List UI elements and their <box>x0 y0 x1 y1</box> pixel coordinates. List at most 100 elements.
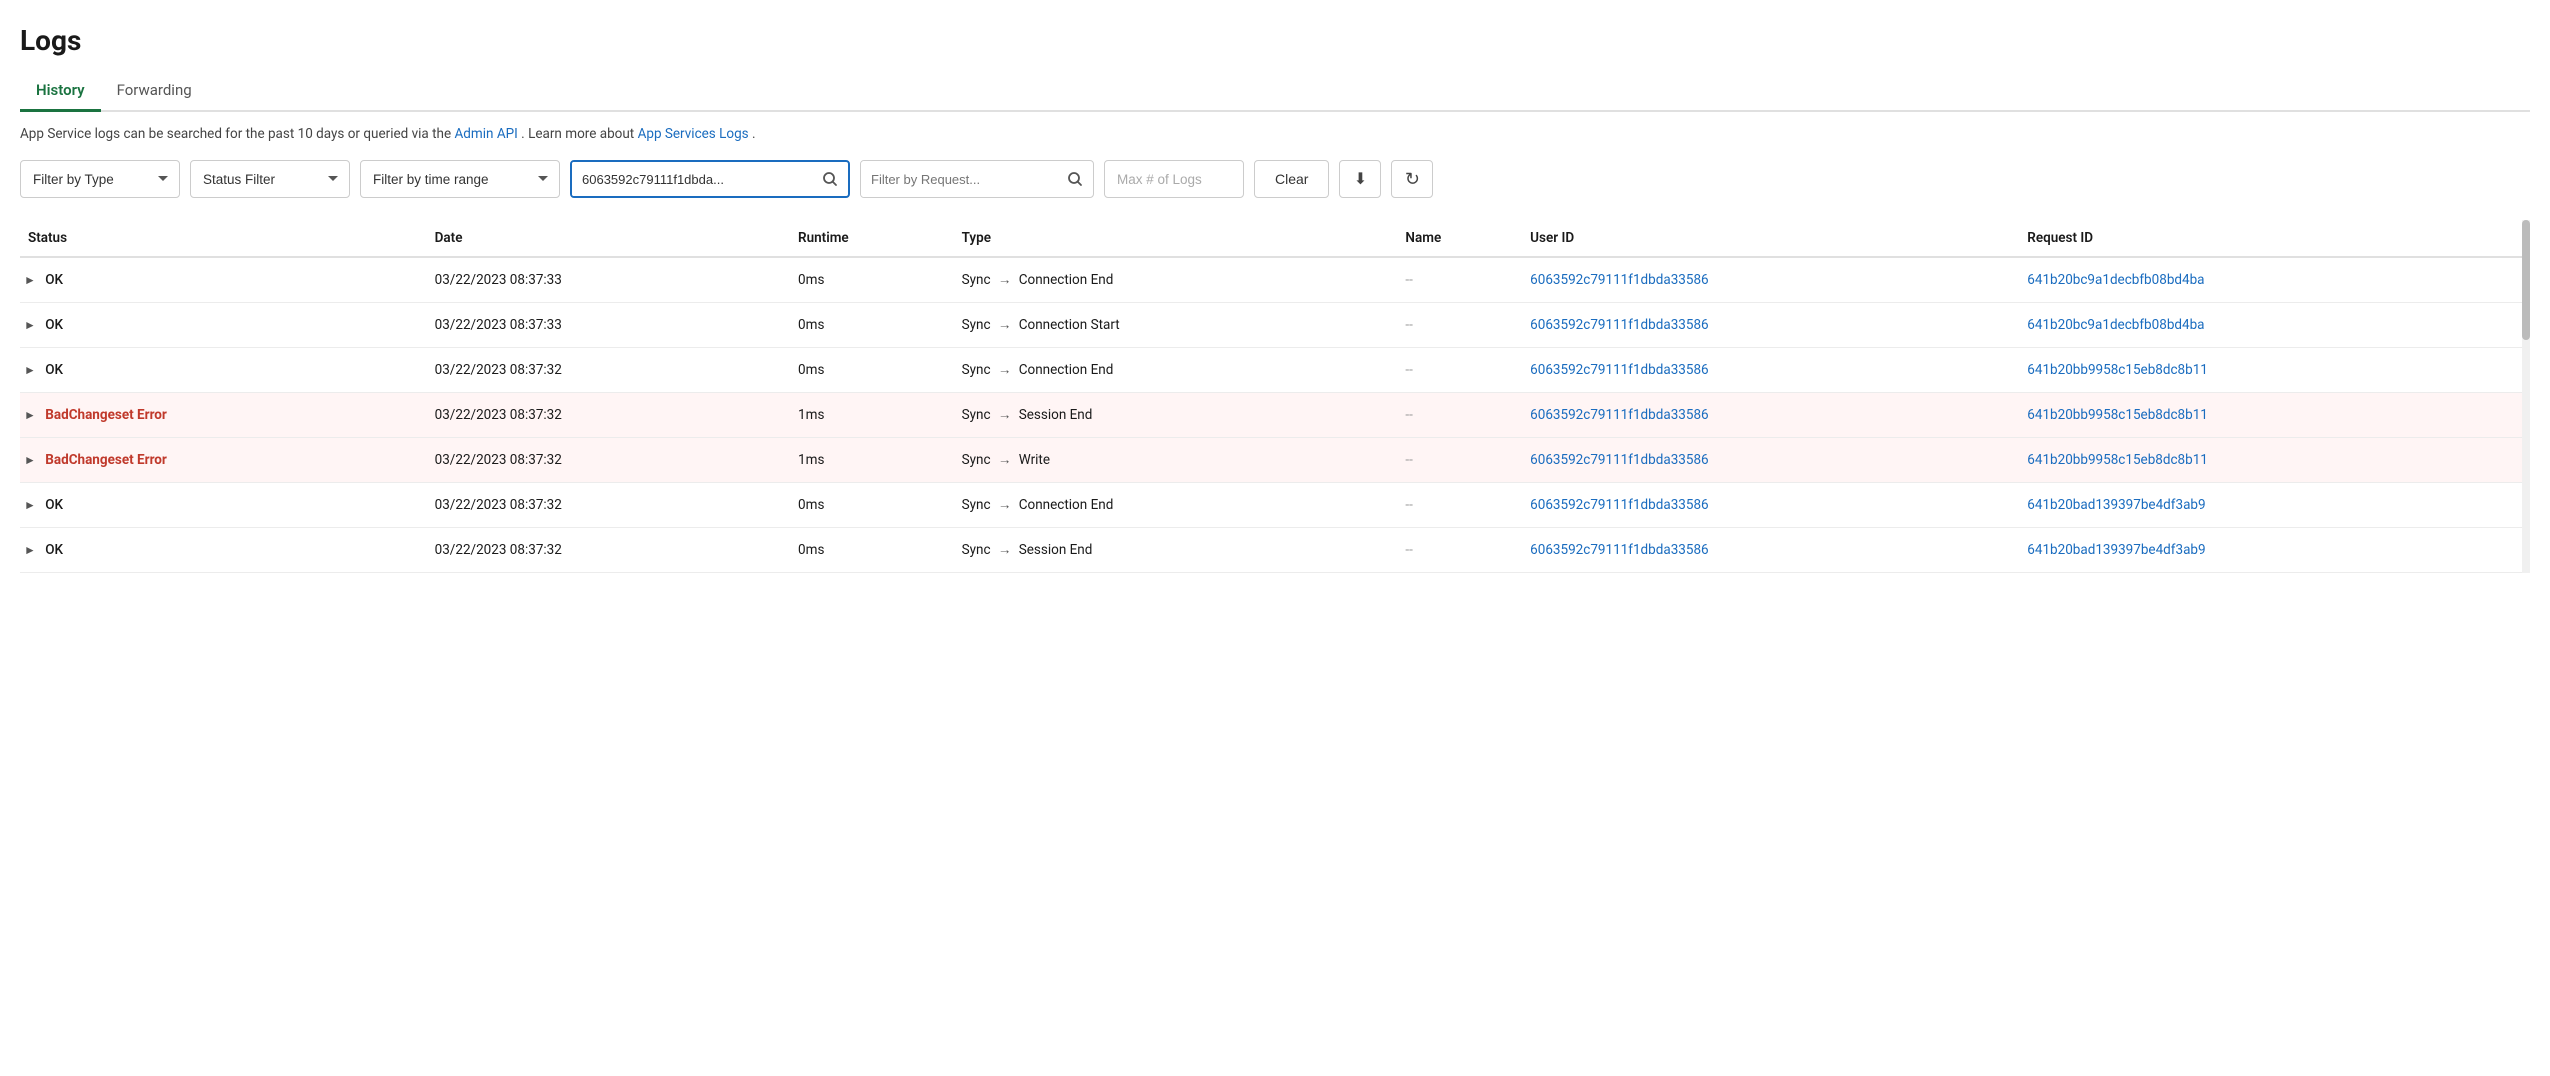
search-icon <box>1067 171 1083 187</box>
request-id-link[interactable]: 641b20bc9a1decbfb08bd4ba <box>2027 317 2204 333</box>
cell-type: Sync → Connection End <box>962 348 1406 393</box>
scrollbar-thumb[interactable] <box>2522 220 2530 340</box>
table-row[interactable]: ► OK 03/22/2023 08:37:32 0ms Sync → Conn… <box>20 348 2530 393</box>
user-id-link[interactable]: 6063592c79111f1dbda33586 <box>1530 452 1708 468</box>
clear-button[interactable]: Clear <box>1254 160 1329 198</box>
status-text: OK <box>45 542 63 558</box>
status-text: BadChangeset Error <box>45 452 167 468</box>
max-logs-input[interactable] <box>1104 160 1244 198</box>
cell-runtime: 0ms <box>798 348 962 393</box>
expand-chevron[interactable]: ► <box>24 453 36 467</box>
expand-chevron[interactable]: ► <box>24 273 36 287</box>
filter-type-select[interactable]: Filter by Type <box>20 160 180 198</box>
cell-status: ► BadChangeset Error <box>20 438 435 483</box>
info-bar: App Service logs can be searched for the… <box>20 126 2530 142</box>
table-row[interactable]: ► OK 03/22/2023 08:37:33 0ms Sync → Conn… <box>20 257 2530 303</box>
status-text: BadChangeset Error <box>45 407 167 423</box>
user-id-link[interactable]: 6063592c79111f1dbda33586 <box>1530 407 1708 423</box>
arrow-icon: → <box>998 497 1012 513</box>
app-services-link[interactable]: App Services Logs <box>638 126 749 142</box>
cell-request-id: 641b20bad139397be4df3ab9 <box>2027 528 2530 573</box>
cell-type: Sync → Write <box>962 438 1406 483</box>
user-id-link[interactable]: 6063592c79111f1dbda33586 <box>1530 542 1708 558</box>
user-id-search-input[interactable] <box>572 162 812 196</box>
request-search-button[interactable] <box>1057 161 1093 197</box>
arrow-icon: → <box>998 542 1012 558</box>
cell-name: -- <box>1405 303 1530 348</box>
table-body: ► OK 03/22/2023 08:37:33 0ms Sync → Conn… <box>20 257 2530 573</box>
table-row[interactable]: ► BadChangeset Error 03/22/2023 08:37:32… <box>20 438 2530 483</box>
user-id-link[interactable]: 6063592c79111f1dbda33586 <box>1530 272 1708 288</box>
status-text: OK <box>45 497 63 513</box>
col-runtime: Runtime <box>798 220 962 257</box>
expand-chevron[interactable]: ► <box>24 543 36 557</box>
cell-request-id: 641b20bc9a1decbfb08bd4ba <box>2027 303 2530 348</box>
cell-runtime: 0ms <box>798 483 962 528</box>
expand-chevron[interactable]: ► <box>24 318 36 332</box>
request-id-link[interactable]: 641b20bad139397be4df3ab9 <box>2027 542 2205 558</box>
request-id-link[interactable]: 641b20bb9958c15eb8dc8b11 <box>2027 407 2208 423</box>
arrow-icon: → <box>998 362 1012 378</box>
expand-chevron[interactable]: ► <box>24 363 36 377</box>
expand-chevron[interactable]: ► <box>24 498 36 512</box>
refresh-button[interactable]: ↻ <box>1391 160 1433 198</box>
col-type: Type <box>962 220 1406 257</box>
download-icon: ⬇ <box>1354 169 1367 189</box>
cell-date: 03/22/2023 08:37:32 <box>435 393 798 438</box>
cell-request-id: 641b20bb9958c15eb8dc8b11 <box>2027 438 2530 483</box>
refresh-icon: ↻ <box>1405 169 1420 190</box>
info-text-middle: . Learn more about <box>521 126 637 142</box>
cell-name: -- <box>1405 348 1530 393</box>
cell-runtime: 0ms <box>798 257 962 303</box>
table-row[interactable]: ► OK 03/22/2023 08:37:32 0ms Sync → Sess… <box>20 528 2530 573</box>
user-id-search-box <box>570 160 850 198</box>
cell-runtime: 0ms <box>798 303 962 348</box>
table-row[interactable]: ► BadChangeset Error 03/22/2023 08:37:32… <box>20 393 2530 438</box>
cell-type: Sync → Session End <box>962 393 1406 438</box>
status-filter-select[interactable]: Status Filter <box>190 160 350 198</box>
tab-history[interactable]: History <box>20 73 101 112</box>
request-filter-input[interactable] <box>861 161 1057 197</box>
cell-request-id: 641b20bc9a1decbfb08bd4ba <box>2027 257 2530 303</box>
arrow-icon: → <box>998 272 1012 288</box>
request-id-link[interactable]: 641b20bad139397be4df3ab9 <box>2027 497 2205 513</box>
user-id-link[interactable]: 6063592c79111f1dbda33586 <box>1530 362 1708 378</box>
user-id-search-button[interactable] <box>812 162 848 196</box>
table-header: Status Date Runtime Type Name User ID Re… <box>20 220 2530 257</box>
cell-user-id: 6063592c79111f1dbda33586 <box>1530 303 2027 348</box>
cell-type: Sync → Connection End <box>962 483 1406 528</box>
cell-user-id: 6063592c79111f1dbda33586 <box>1530 257 2027 303</box>
arrow-icon: → <box>998 317 1012 333</box>
cell-runtime: 0ms <box>798 528 962 573</box>
cell-type: Sync → Connection Start <box>962 303 1406 348</box>
cell-runtime: 1ms <box>798 438 962 483</box>
user-id-link[interactable]: 6063592c79111f1dbda33586 <box>1530 317 1708 333</box>
cell-status: ► OK <box>20 528 435 573</box>
request-id-link[interactable]: 641b20bc9a1decbfb08bd4ba <box>2027 272 2204 288</box>
user-id-link[interactable]: 6063592c79111f1dbda33586 <box>1530 497 1708 513</box>
filter-time-select[interactable]: Filter by time range <box>360 160 560 198</box>
cell-runtime: 1ms <box>798 393 962 438</box>
col-status: Status <box>20 220 435 257</box>
expand-chevron[interactable]: ► <box>24 408 36 422</box>
request-id-link[interactable]: 641b20bb9958c15eb8dc8b11 <box>2027 452 2208 468</box>
cell-date: 03/22/2023 08:37:32 <box>435 528 798 573</box>
cell-status: ► OK <box>20 348 435 393</box>
tab-forwarding[interactable]: Forwarding <box>101 73 208 112</box>
cell-type: Sync → Connection End <box>962 257 1406 303</box>
scrollbar[interactable] <box>2522 220 2530 573</box>
table-row[interactable]: ► OK 03/22/2023 08:37:32 0ms Sync → Conn… <box>20 483 2530 528</box>
download-button[interactable]: ⬇ <box>1339 160 1381 198</box>
col-user-id: User ID <box>1530 220 2027 257</box>
admin-api-link[interactable]: Admin API <box>454 126 517 142</box>
cell-user-id: 6063592c79111f1dbda33586 <box>1530 438 2027 483</box>
cell-user-id: 6063592c79111f1dbda33586 <box>1530 348 2027 393</box>
cell-date: 03/22/2023 08:37:33 <box>435 257 798 303</box>
info-text-before: App Service logs can be searched for the… <box>20 126 454 142</box>
cell-date: 03/22/2023 08:37:32 <box>435 348 798 393</box>
request-id-link[interactable]: 641b20bb9958c15eb8dc8b11 <box>2027 362 2208 378</box>
arrow-icon: → <box>998 452 1012 468</box>
cell-request-id: 641b20bad139397be4df3ab9 <box>2027 483 2530 528</box>
toolbar: Filter by Type Status Filter Filter by t… <box>20 160 2530 198</box>
table-row[interactable]: ► OK 03/22/2023 08:37:33 0ms Sync → Conn… <box>20 303 2530 348</box>
